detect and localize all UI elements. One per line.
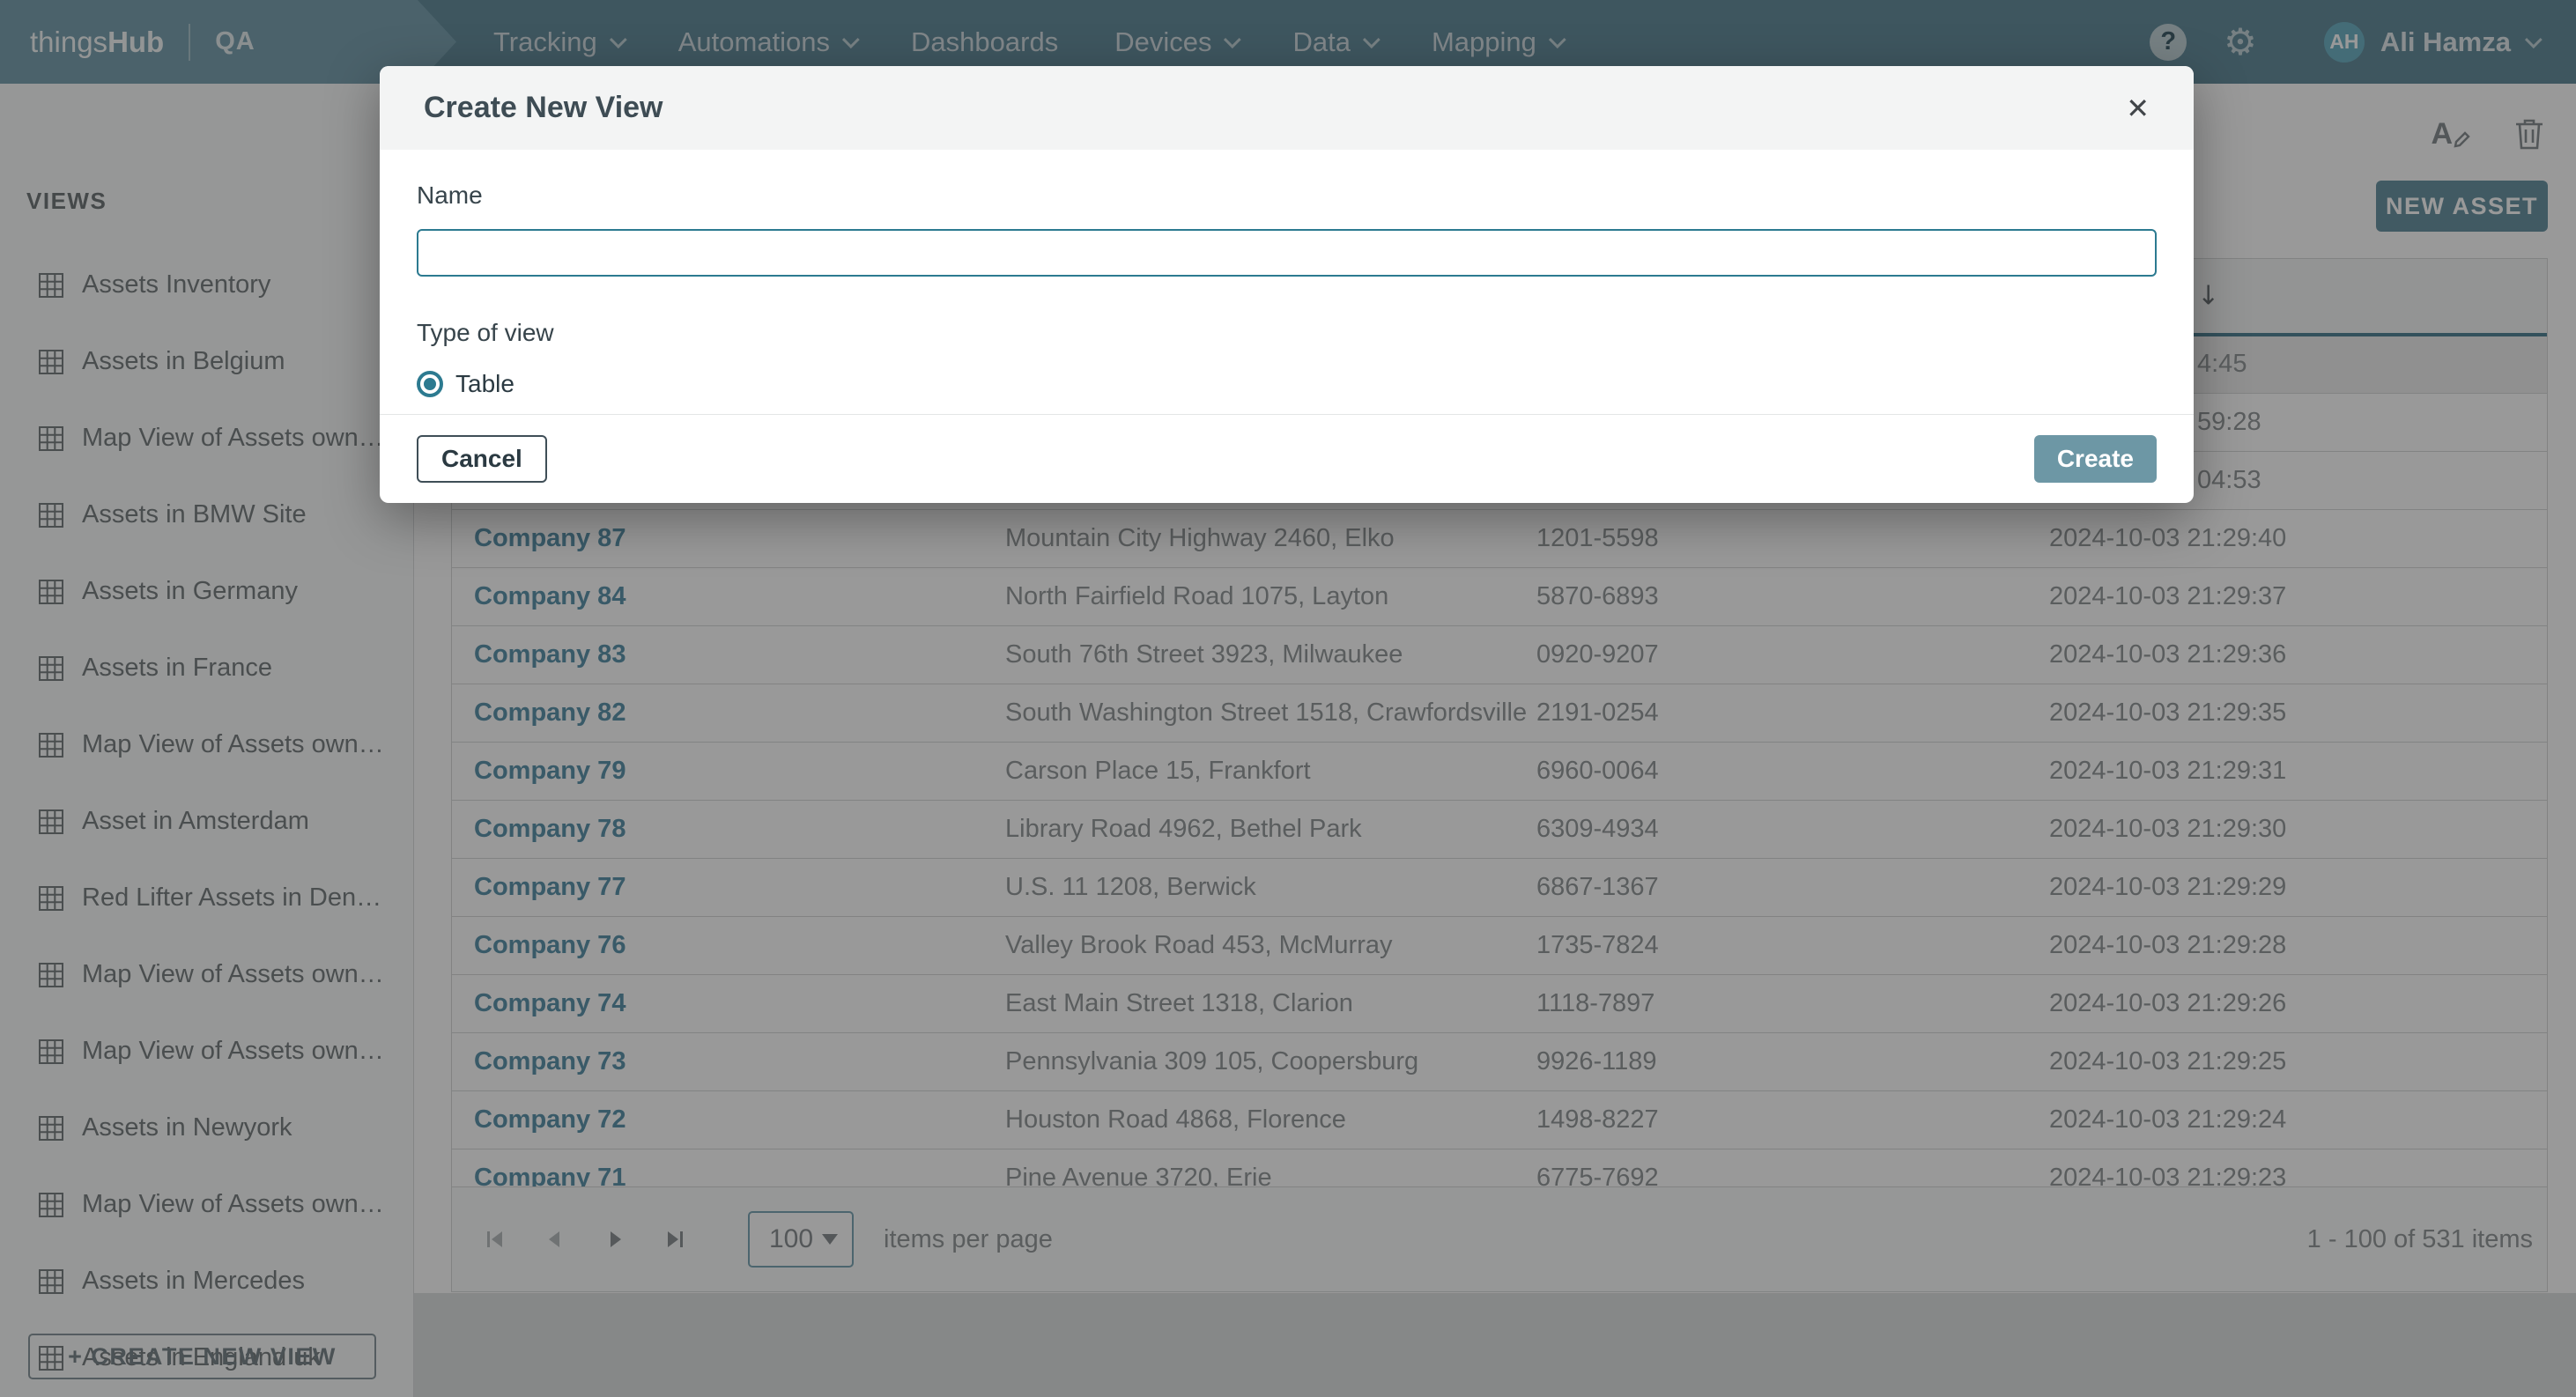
radio-selected-icon[interactable] — [417, 371, 443, 397]
modal-footer: Cancel Create — [380, 414, 2194, 503]
cancel-button[interactable]: Cancel — [417, 435, 547, 483]
name-field-label: Name — [417, 181, 2157, 210]
close-icon[interactable]: ✕ — [2126, 94, 2150, 122]
view-type-radio-option[interactable]: Table — [417, 370, 2157, 398]
modal-header: Create New View ✕ — [380, 66, 2194, 150]
view-name-input[interactable] — [417, 229, 2157, 277]
modal-title: Create New View — [424, 91, 663, 125]
create-button[interactable]: Create — [2034, 435, 2157, 483]
type-of-view-label: Type of view — [417, 319, 2157, 347]
radio-option-label: Table — [455, 370, 514, 398]
create-new-view-modal: Create New View ✕ Name Type of view Tabl… — [380, 66, 2194, 503]
modal-body: Name Type of view Table — [380, 150, 2194, 398]
